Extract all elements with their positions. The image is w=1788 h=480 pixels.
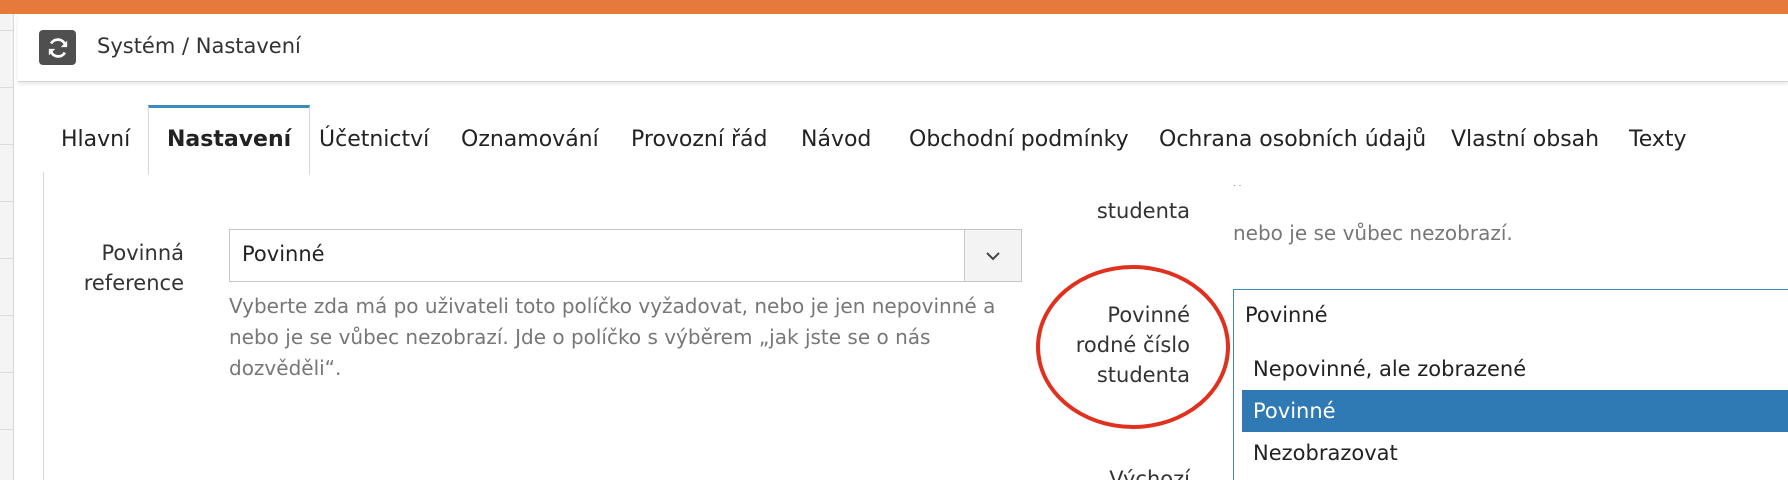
tab-oznamovani[interactable]: Oznamování [461,106,599,174]
tab-vlastni-obsah[interactable]: Vlastní obsah [1451,106,1599,174]
sidebar-divider [0,372,14,373]
sidebar-divider [0,201,14,202]
tab-navod[interactable]: Návod [801,106,871,174]
reference-label: Povinná reference [60,238,184,298]
help-line: dozvěděli“. [229,356,342,380]
help-line: nebo je se vůbec nezobrazí. Jde o políčk… [229,325,931,349]
refresh-icon [48,37,67,58]
dropdown-option[interactable]: Nepovinné, ale zobrazené [1242,348,1788,390]
top-accent-bar [0,0,1788,14]
reference-select-value: Povinné [242,242,325,266]
sidebar-divider [0,144,14,145]
tab-obchodni-podminky[interactable]: Obchodní podmínky [909,106,1129,174]
reference-help-text: Vyberte zda má po uživateli toto políčko… [229,291,1029,384]
tab-provozni-rad[interactable]: Provozní řád [631,106,767,174]
chevron-down-icon [986,251,1000,260]
birth-number-select[interactable]: Povinné Nepovinné, ale zobrazené Povinné… [1233,289,1788,480]
reference-select-toggle[interactable] [964,230,1021,281]
tab-texty[interactable]: Texty [1629,106,1687,174]
reference-label-line: reference [83,271,184,295]
sidebar-divider [0,30,14,31]
tab-hlavni[interactable]: Hlavní [61,106,130,174]
sidebar-divider [0,429,14,430]
previous-help-cutoff: y · · · · · · · · · · · · · · · · · · · [1233,174,1788,186]
page-header: Systém / Nastavení [18,14,1788,82]
tab-ucetnictvi[interactable]: Účetnictví [319,106,429,174]
breadcrumb: Systém / Nastavení [97,34,301,58]
previous-field-label: studenta [1096,199,1190,223]
help-line: Vyberte zda má po uživateli toto políčko… [229,294,996,318]
sidebar-divider [0,258,14,259]
reference-label-line: Povinná [101,241,184,265]
dropdown-option-selected[interactable]: Povinné [1242,390,1788,432]
tab-nastaveni[interactable]: Nastavení [148,105,311,175]
sidebar-divider [0,87,14,88]
tab-ochrana-osobnich-udaju[interactable]: Ochrana osobních údajů [1159,106,1426,174]
settings-tabs: Hlavní Nastavení Účetnictví Oznamování P… [43,105,1788,175]
left-sidebar-edge [0,14,14,480]
dropdown-option[interactable]: Nezobrazovat [1242,432,1788,474]
next-field-label: Výchozí [1109,467,1190,480]
birth-number-select-value: Povinné [1245,303,1328,327]
previous-field-help: nebo je se vůbec nezobrazí. [1233,221,1513,245]
sidebar-divider [0,315,14,316]
refresh-button[interactable] [39,30,76,65]
reference-select[interactable]: Povinné [229,229,1022,282]
annotation-circle [1036,265,1230,429]
